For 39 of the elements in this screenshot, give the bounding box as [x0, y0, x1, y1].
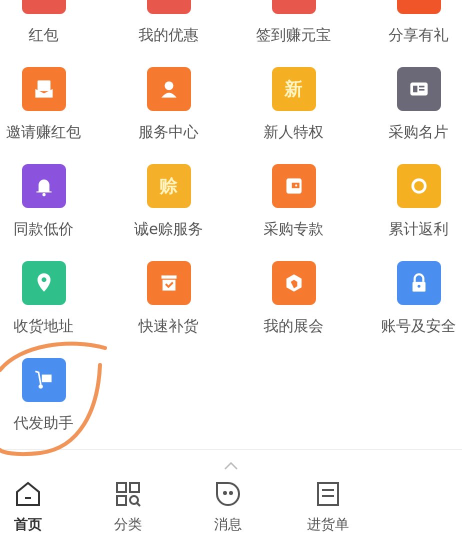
glyph-icon: 赊: [160, 174, 178, 198]
app-tile[interactable]: [396, 164, 440, 208]
tile-label: 签到赚元宝: [256, 25, 331, 46]
app-tile[interactable]: [146, 67, 190, 111]
caret-icon[interactable]: [224, 462, 238, 470]
tile-label: 诚e赊服务: [134, 219, 204, 240]
app-tile[interactable]: [22, 67, 66, 111]
glyph-icon: 新: [284, 77, 302, 101]
list-icon: [314, 480, 342, 508]
app-tile[interactable]: [22, 358, 66, 402]
face-icon: [214, 480, 242, 508]
tab-bar-item[interactable]: 进货单: [300, 480, 356, 534]
home-icon: [14, 480, 42, 508]
tab-bar-item[interactable]: 消息: [200, 480, 256, 534]
grid-icon: [114, 480, 142, 508]
tile-label: 采购名片: [388, 122, 448, 143]
app-tile[interactable]: [272, 164, 316, 208]
app-tile[interactable]: [146, 261, 190, 305]
tile-label: 代发助手: [14, 413, 74, 434]
tile-label: 分享有礼: [388, 25, 448, 46]
tile-label: 同款低价: [14, 219, 74, 240]
tile-label: 累计返利: [388, 219, 448, 240]
tile-label: 我的展会: [264, 316, 324, 337]
tile-label: 收货地址: [14, 316, 74, 337]
tile-label: 账号及安全: [381, 316, 456, 337]
tile-label: 新人特权: [264, 122, 324, 143]
tile-label: 红包: [28, 25, 58, 46]
app-tile[interactable]: [396, 261, 440, 305]
app-tile[interactable]: [22, 261, 66, 305]
app-tile[interactable]: [396, 67, 440, 111]
tab-bar-item[interactable]: 首页: [0, 480, 56, 534]
app-tile[interactable]: [272, 261, 316, 305]
tile-label: 邀请赚红包: [6, 122, 81, 143]
tile-label: 我的优惠: [138, 25, 198, 46]
tile-label: 采购专款: [264, 219, 324, 240]
tile-label: 服务中心: [138, 122, 198, 143]
tab-bar-item[interactable]: 分类: [100, 480, 156, 534]
app-tile[interactable]: [22, 164, 66, 208]
tile-label: 快速补货: [138, 316, 198, 337]
